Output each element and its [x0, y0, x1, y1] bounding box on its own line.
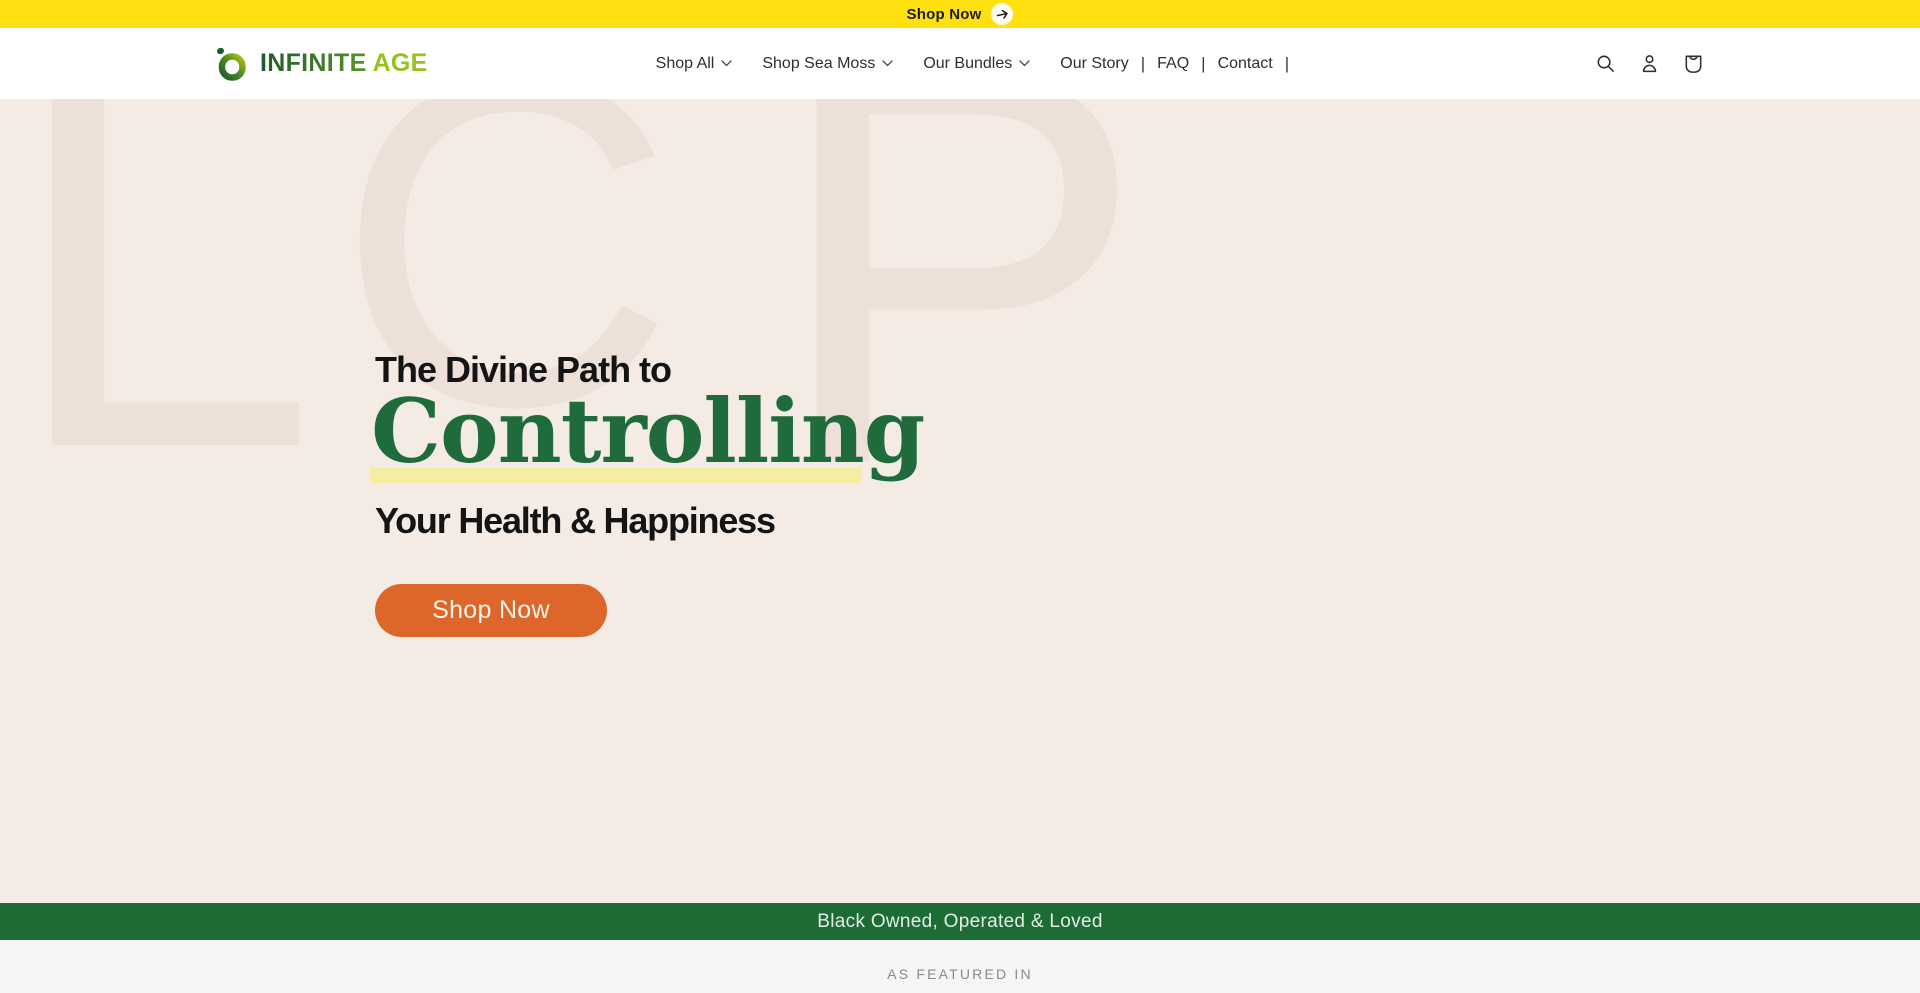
- watermark-letter-l: L: [6, 99, 317, 531]
- announcement-bar: Shop Now: [0, 0, 1920, 28]
- infinite-age-logo-icon: [213, 45, 251, 82]
- nav-separator: |: [1141, 54, 1145, 74]
- logo[interactable]: INFINITEAGE: [213, 45, 428, 82]
- hero-shop-now-button[interactable]: Shop Now: [375, 584, 607, 637]
- hero-headline: Controlling: [371, 379, 924, 485]
- search-icon: [1594, 52, 1617, 75]
- account-button[interactable]: [1637, 51, 1662, 76]
- nav-links-group: Our Story | FAQ | Contact |: [1060, 54, 1289, 74]
- nav-our-story[interactable]: Our Story: [1060, 55, 1128, 73]
- featured-in-section: AS FEATURED IN: [0, 940, 1920, 993]
- account-icon: [1638, 52, 1661, 75]
- nav-our-bundles[interactable]: Our Bundles: [923, 55, 1030, 73]
- site-header: INFINITEAGE Shop All Shop Sea Moss Our B…: [0, 28, 1920, 99]
- nav-separator: |: [1201, 54, 1205, 74]
- header-icons: [1593, 51, 1706, 76]
- chevron-down-icon: [1019, 60, 1030, 67]
- black-owned-banner: Black Owned, Operated & Loved: [0, 903, 1920, 940]
- nav-shop-sea-moss[interactable]: Shop Sea Moss: [762, 55, 893, 73]
- cart-bag-icon: [1682, 52, 1705, 75]
- banner-text: Black Owned, Operated & Loved: [817, 911, 1102, 933]
- hero-subline: Your Health & Happiness: [375, 500, 775, 542]
- nav-faq[interactable]: FAQ: [1157, 55, 1189, 73]
- nav-shop-all[interactable]: Shop All: [656, 55, 733, 73]
- cart-button[interactable]: [1681, 51, 1706, 76]
- nav-contact[interactable]: Contact: [1218, 55, 1273, 73]
- chevron-down-icon: [721, 60, 732, 67]
- announcement-arrow-button[interactable]: [991, 3, 1013, 25]
- announcement-shop-now-link[interactable]: Shop Now: [907, 6, 982, 23]
- nav-separator: |: [1285, 54, 1289, 74]
- chevron-down-icon: [882, 60, 893, 67]
- arrow-right-icon: [995, 6, 1010, 21]
- search-button[interactable]: [1593, 51, 1618, 76]
- main-nav: Shop All Shop Sea Moss Our Bundles Our S…: [656, 54, 1290, 74]
- featured-in-label: AS FEATURED IN: [887, 966, 1033, 982]
- logo-text: INFINITEAGE: [260, 49, 428, 78]
- hero-section: L C P The Divine Path to Controlling You…: [0, 99, 1920, 903]
